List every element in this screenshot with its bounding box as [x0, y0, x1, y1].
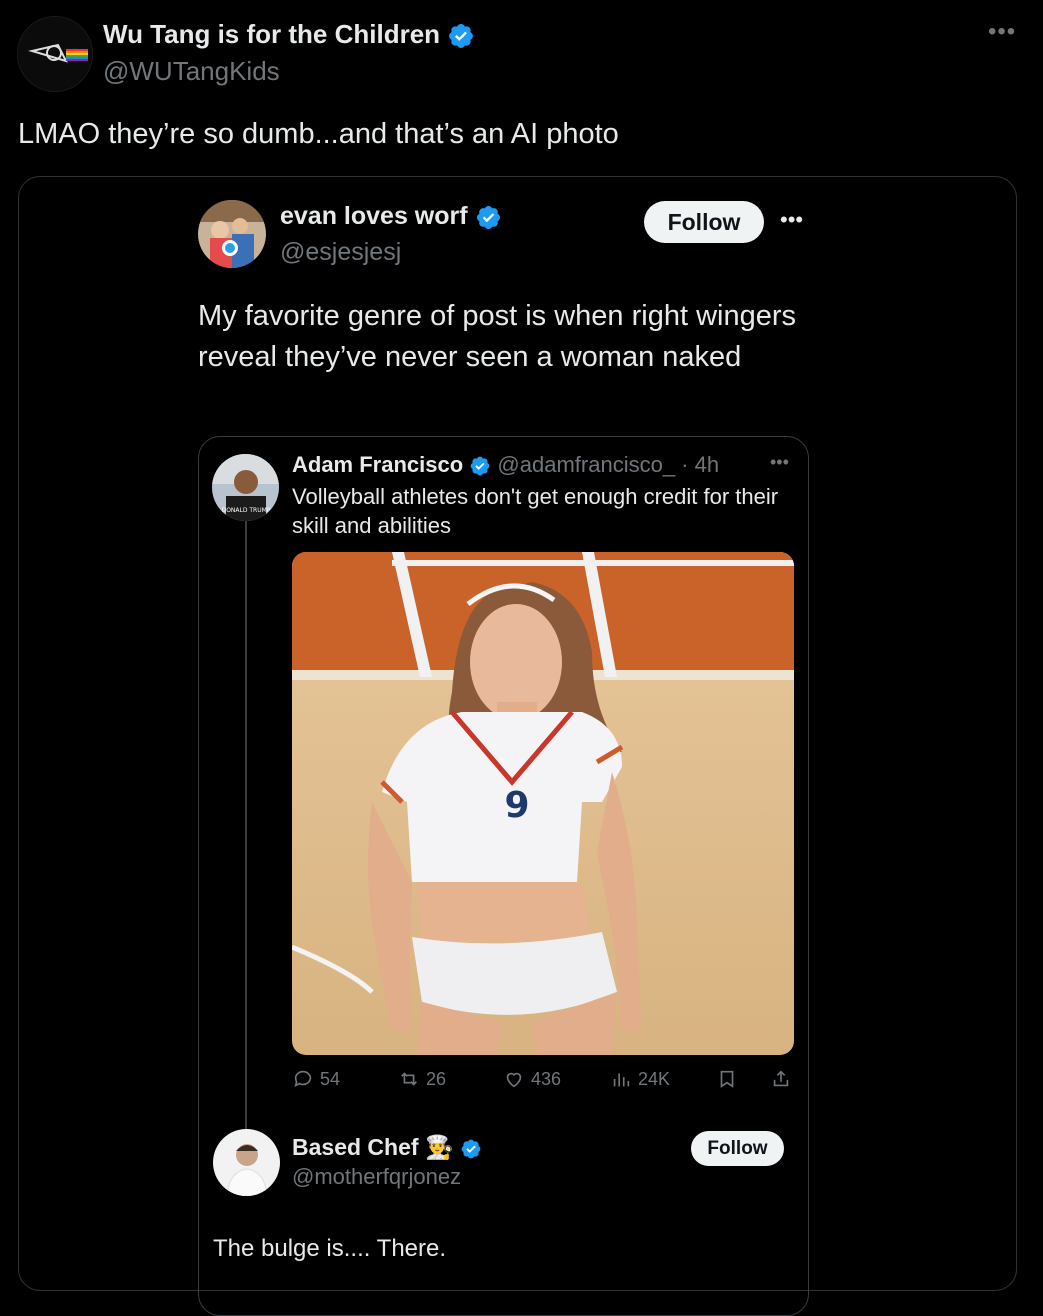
svg-text:DONALD TRUMP: DONALD TRUMP [222, 507, 271, 514]
photo-illustration: 9 [292, 552, 794, 1055]
thread-connector [245, 505, 247, 1130]
like-count: 436 [531, 1068, 562, 1089]
display-name-text: Based Chef [292, 1134, 419, 1160]
handle[interactable]: @WUTangKids [103, 56, 280, 87]
views-icon [613, 1073, 630, 1087]
more-horizontal-icon[interactable]: ••• [780, 207, 803, 233]
handle-and-time: @adamfrancisco_ · 4h [497, 452, 720, 477]
share-action [770, 1068, 792, 1090]
post-text: LMAO they’re so dumb...and that’s an AI … [18, 118, 619, 150]
profile-photo [198, 200, 266, 268]
avatar[interactable] [17, 16, 93, 92]
more-horizontal-icon[interactable]: ••• [988, 18, 1016, 46]
share-icon [773, 1070, 789, 1087]
jersey-number: 9 [504, 785, 529, 826]
chef-emoji: 👨‍🍳 [424, 1134, 454, 1160]
handle: @motherfqrjonez [292, 1164, 462, 1189]
profile-photo: DONALD TRUMP [212, 454, 279, 521]
wu-tang-prism-logo [18, 17, 92, 91]
display-name: Based Chef 👨‍🍳 [292, 1134, 482, 1161]
display-name-text[interactable]: evan loves worf [280, 202, 468, 230]
volleyball-player-photo: 9 [292, 552, 794, 1055]
repost-count: 26 [426, 1068, 447, 1089]
avatar: DONALD TRUMP [212, 454, 279, 521]
heart-icon [506, 1072, 522, 1088]
bookmark-icon [720, 1070, 734, 1088]
avatar[interactable] [198, 200, 266, 268]
avatar [213, 1129, 280, 1196]
post-text: My favorite genre of post is when right … [198, 300, 796, 373]
display-name[interactable]: Wu Tang is for the Children [103, 19, 475, 50]
views-count: 24K [638, 1068, 671, 1089]
profile-photo [213, 1129, 280, 1196]
verified-badge-icon [461, 1139, 481, 1159]
repost-action: 26 [398, 1068, 446, 1090]
display-name[interactable]: evan loves worf [280, 202, 502, 231]
reply-action: 54 [292, 1068, 340, 1090]
verified-badge-icon [470, 456, 490, 476]
like-action: 436 [503, 1068, 561, 1090]
more-horizontal-icon: ••• [770, 452, 789, 472]
post-text: Volleyball athletes don't get enough cre… [292, 484, 779, 538]
reply-icon [294, 1070, 312, 1087]
display-name: Adam Francisco [292, 452, 464, 477]
verified-badge-icon [476, 205, 500, 229]
views-action: 24K [610, 1068, 670, 1090]
display-name-text[interactable]: Wu Tang is for the Children [103, 19, 440, 49]
repost-icon [401, 1072, 417, 1086]
bookmark-action [716, 1068, 738, 1090]
follow-button[interactable]: Follow [644, 201, 764, 243]
handle[interactable]: @esjesjesj [280, 238, 401, 267]
reply-count: 54 [320, 1068, 341, 1089]
post-header: Adam Francisco @adamfrancisco_ · 4h [292, 452, 719, 478]
follow-button: Follow [691, 1131, 784, 1166]
verified-badge-icon [449, 24, 474, 49]
post-text: The bulge is.... There. [213, 1235, 447, 1262]
